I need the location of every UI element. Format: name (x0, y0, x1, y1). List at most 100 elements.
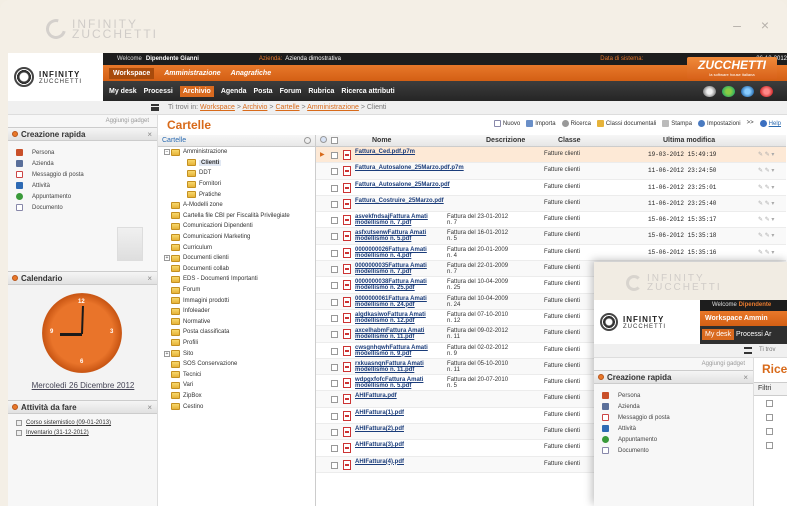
menu-archivio[interactable]: Archivio (179, 85, 214, 97)
close-icon[interactable]: × (147, 130, 152, 139)
row-actions-icon[interactable]: ✎ ✎ ▾ (758, 200, 774, 207)
tree-folder-item[interactable]: Profili (158, 338, 315, 349)
calendar-date[interactable]: Mercoledì 26 Dicembre 2012 (8, 381, 158, 390)
row-actions-icon[interactable]: ✎ ✎ ▾ (758, 216, 774, 223)
row-checkbox[interactable] (331, 331, 338, 339)
logout-icon[interactable] (760, 86, 773, 97)
tree-folder-item[interactable]: Forum (158, 285, 315, 296)
table-row[interactable]: 0000000026Fattura Amati modellismo n. 4.… (316, 245, 786, 262)
file-name-link[interactable]: Fattura_Costruire_25Marzo.pdf (355, 198, 445, 204)
column-nome[interactable]: Nome (372, 137, 391, 144)
table-row[interactable]: Fattura_Autosalone_25Marzo.pdf Fatture cl… (316, 180, 786, 196)
tree-folder-item[interactable]: Comunicazioni Dipendenti (158, 221, 315, 232)
file-name-link[interactable]: AHIFattura(3).pdf (355, 442, 445, 448)
file-name-link[interactable]: wdpgxfofcFattura Amati modellismo n. 5.p… (355, 377, 445, 389)
tree-folder-item[interactable]: Documenti collab (158, 264, 315, 275)
tree-root[interactable]: Cartelle (158, 135, 315, 147)
todo-link[interactable]: Corso sistemistico (09-01-2013) (26, 420, 111, 426)
menu-posta[interactable]: Posta (254, 88, 273, 95)
tree-folder-item[interactable]: Immagini prodotti (158, 295, 315, 306)
tree-folder-item[interactable]: Posta classificata (158, 327, 315, 338)
search-button[interactable]: Ricerca (561, 120, 591, 127)
user-name[interactable]: Dipendente Gianni (146, 56, 199, 62)
breadcrumb-workspace[interactable]: Workspace (200, 104, 235, 111)
new-button[interactable]: Nuovo (493, 120, 520, 127)
settings-button[interactable]: Impostazioni (697, 120, 741, 127)
print-button[interactable]: Stampa (662, 120, 692, 127)
overlay-add-gadget[interactable]: Aggiungi gadget (594, 358, 753, 370)
overlay-app-logo[interactable]: INFINITY ZUCCHETTI (594, 300, 700, 344)
row-checkbox[interactable] (331, 298, 338, 306)
file-name-link[interactable]: cwsgnhqwhFattura Amati modellismo n. 9.p… (355, 345, 445, 357)
todo-item[interactable]: Corso sistemistico (09-01-2013) (16, 418, 157, 428)
quick-item-appuntamento[interactable]: Appuntamento (16, 191, 157, 202)
tree-folder-item[interactable]: Tecnici (158, 369, 315, 380)
help-button[interactable]: Help (759, 120, 781, 127)
info-icon[interactable] (741, 86, 754, 97)
app-logo[interactable]: INFINITY ZUCCHETTI (8, 53, 103, 101)
quick-item-attivita[interactable]: Attività (16, 180, 157, 191)
row-checkbox[interactable] (331, 200, 338, 208)
row-checkbox[interactable] (766, 400, 773, 407)
tree-folder-item[interactable]: Clienti (158, 158, 315, 169)
module-amministrazione[interactable]: Amministrazione (164, 70, 220, 77)
row-checkbox[interactable] (331, 217, 338, 225)
file-name-link[interactable]: Fattura_Ced.pdf.p7m (355, 149, 445, 155)
expand-toggle-icon[interactable]: + (164, 350, 170, 357)
tree-folder-item[interactable]: + Documenti clienti (158, 253, 315, 264)
tree-folder-item[interactable]: SOS Conservazione (158, 359, 315, 370)
file-name-link[interactable]: Fattura_Autosalone_25Marzo.pdf (355, 182, 450, 188)
file-name-link[interactable]: asfxutsenwFattura Amati modellismo n. 5.… (355, 230, 445, 242)
file-name-link[interactable]: 0000000061Fattura Amati modellismo n. 24… (355, 296, 445, 308)
file-name-link[interactable]: AHIFattura(2).pdf (355, 426, 445, 432)
row-checkbox[interactable] (331, 445, 338, 453)
overlay-row[interactable] (754, 396, 787, 410)
row-checkbox[interactable] (331, 347, 338, 355)
file-name-link[interactable]: algdkasiwoFattura Amati modellismo n. 12… (355, 312, 445, 324)
breadcrumb-amministrazione[interactable]: Amministrazione (307, 104, 359, 111)
overlay-quick-item[interactable]: Attività (602, 423, 753, 434)
table-row[interactable]: asvekfndsajFattura Amati modellismo n. 7… (316, 212, 786, 229)
column-descrizione[interactable]: Descrizione (486, 137, 525, 144)
company-name[interactable]: Azienda dimostrativa (285, 56, 341, 62)
overlay-row[interactable] (754, 410, 787, 424)
tree-folder-item[interactable]: ZipBox (158, 391, 315, 402)
tree-folder-item[interactable]: EDS - Documenti Importanti (158, 274, 315, 285)
select-all-checkbox[interactable] (331, 137, 338, 144)
tree-folder-item[interactable]: + Sito (158, 348, 315, 359)
close-icon[interactable]: × (743, 373, 748, 382)
overlay-row[interactable] (754, 438, 787, 452)
hamburger-icon[interactable] (151, 104, 159, 111)
tree-folder-item[interactable]: DDT (158, 168, 315, 179)
todo-item[interactable]: Inventario (31-12-2012) (16, 428, 157, 438)
more-button[interactable]: >> (747, 120, 754, 127)
menu-ricerca-attributi[interactable]: Ricerca attributi (341, 88, 394, 95)
hamburger-icon[interactable] (744, 347, 752, 354)
column-classe[interactable]: Classe (558, 137, 581, 144)
file-name-link[interactable]: AHIFattura(1).pdf (355, 410, 445, 416)
overlay-quick-item[interactable]: Persona (602, 390, 753, 401)
row-checkbox[interactable] (766, 428, 773, 435)
menu-my-desk[interactable]: My desk (109, 88, 137, 95)
file-name-link[interactable]: axcelhabmFattura Amati modellismo n. 11.… (355, 328, 445, 340)
row-checkbox[interactable] (331, 429, 338, 437)
file-name-link[interactable]: asvekfndsajFattura Amati modellismo n. 7… (355, 214, 445, 226)
file-name-link[interactable]: 0000000035Fattura Amati modellismo n. 7.… (355, 263, 445, 275)
tree-folder-item[interactable]: Cartella file CBI per Fiscalità Privileg… (158, 211, 315, 222)
import-button[interactable]: Importa (526, 120, 556, 127)
table-row[interactable]: ▶ Fattura_Ced.pdf.p7m Fatture clienti 19-03… (316, 147, 786, 164)
module-workspace[interactable]: Workspace (109, 67, 155, 79)
tree-folder-item[interactable]: Curriculum (158, 242, 315, 253)
row-checkbox[interactable] (331, 380, 338, 388)
overlay-modules[interactable]: Workspace Ammin (700, 311, 787, 326)
column-ultima-modifica[interactable]: Ultima modifica (663, 137, 715, 144)
row-checkbox[interactable] (331, 266, 338, 274)
close-icon[interactable]: × (147, 274, 152, 283)
tree-folder-item[interactable]: Pratiche (158, 189, 315, 200)
search-icon[interactable] (304, 137, 311, 144)
quick-item-azienda[interactable]: Azienda (16, 158, 157, 169)
row-checkbox[interactable] (331, 412, 338, 420)
tree-folder-item[interactable]: Vari (158, 380, 315, 391)
row-checkbox[interactable] (331, 282, 338, 290)
tree-folder-item[interactable]: − Amministrazione (158, 147, 315, 158)
